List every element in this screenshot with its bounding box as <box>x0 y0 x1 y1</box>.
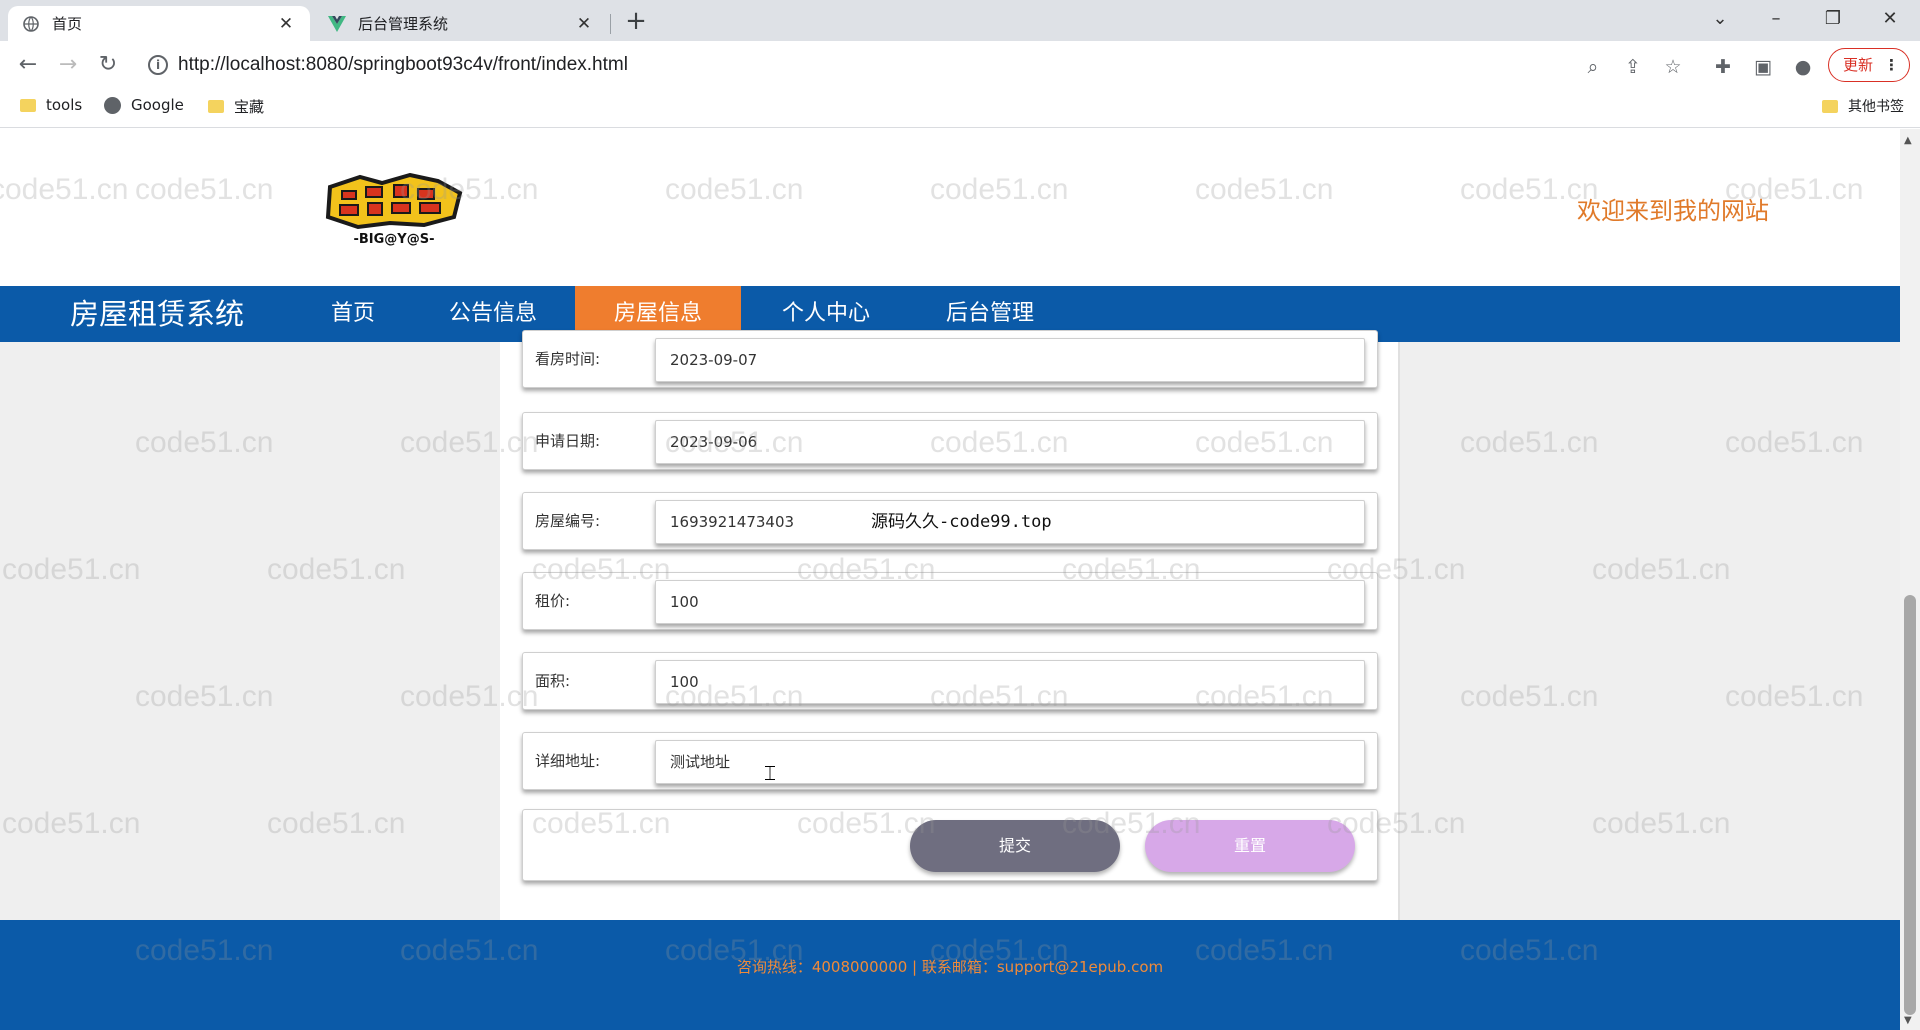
nav-item-home[interactable]: 首页 <box>295 286 411 342</box>
scrollbar-thumb[interactable] <box>1904 595 1916 1015</box>
field-label: 申请日期: <box>535 432 601 450</box>
bookmarks-bar: tools Google 宝藏 其他书签 <box>0 88 1920 128</box>
folder-icon <box>208 100 224 113</box>
back-icon[interactable]: ← <box>12 49 44 81</box>
info-icon[interactable]: i <box>148 55 168 75</box>
form-row-rent: 租价: 100 <box>522 572 1378 630</box>
form-row-house-number: 房屋编号: 1693921473403 源码久久-code99.top <box>522 492 1378 550</box>
site-brand[interactable]: 房屋租赁系统 <box>70 286 244 342</box>
field-label: 详细地址: <box>535 752 601 770</box>
page-viewport: -BIG@Y@S- 欢迎来到我的网站 房屋租赁系统 首页 公告信息 房屋信息 个… <box>0 129 1900 1030</box>
profile-icon[interactable]: ● <box>1791 55 1815 79</box>
site-logo[interactable]: -BIG@Y@S- <box>320 172 468 249</box>
folder-icon <box>1822 99 1838 113</box>
browser-toolbar: ← → ↻ i http://localhost:8080/springboot… <box>0 41 1920 88</box>
bookmark-google[interactable]: Google <box>104 96 184 114</box>
bookmark-label: 宝藏 <box>234 98 265 116</box>
field-label: 看房时间: <box>535 350 601 368</box>
form-row-apply-date: 申请日期: 2023-09-06 <box>522 412 1378 470</box>
star-icon[interactable]: ☆ <box>1661 55 1685 79</box>
bookmark-other[interactable]: 其他书签 <box>1822 96 1904 116</box>
bookmark-label: 其他书签 <box>1848 99 1904 115</box>
site-footer: 咨询热线：4008000000 | 联系邮箱：support@21epub.co… <box>0 920 1900 1030</box>
sidebar-icon[interactable]: ▣ <box>1751 55 1775 79</box>
extensions-icon[interactable]: ✚ <box>1711 55 1735 79</box>
zoom-icon[interactable]: ⌕ <box>1581 55 1605 79</box>
tab-title: 后台管理系统 <box>358 15 449 33</box>
tab-admin[interactable]: 后台管理系统 ✕ <box>314 6 608 41</box>
minimize-icon[interactable]: – <box>1748 0 1804 40</box>
new-tab-icon[interactable]: + <box>622 6 650 38</box>
address-bar[interactable]: i http://localhost:8080/springboot93c4v/… <box>140 48 1690 82</box>
close-tab-icon[interactable]: ✕ <box>574 14 594 34</box>
address-field[interactable]: 测试地址 <box>655 740 1365 784</box>
area-field[interactable]: 100 <box>655 660 1365 704</box>
close-window-icon[interactable]: ✕ <box>1862 0 1918 40</box>
form-row-address: 详细地址: 测试地址 <box>522 732 1378 790</box>
form-row-area: 面积: 100 <box>522 652 1378 710</box>
folder-icon <box>20 98 36 112</box>
field-label: 房屋编号: <box>535 512 601 530</box>
overlay-text: 源码久久-code99.top <box>871 512 1052 532</box>
scroll-down-icon[interactable]: ▼ <box>1904 1015 1912 1026</box>
restore-icon[interactable]: ❐ <box>1805 0 1861 40</box>
form-actions: 提交 重置 <box>522 809 1378 881</box>
welcome-text: 欢迎来到我的网站 <box>1577 197 1769 225</box>
scroll-up-icon[interactable]: ▲ <box>1904 135 1912 146</box>
site-header: -BIG@Y@S- 欢迎来到我的网站 <box>0 129 1900 286</box>
bookmark-tools[interactable]: tools <box>20 96 82 114</box>
forward-icon[interactable]: → <box>52 49 84 81</box>
url-text: http://localhost:8080/springboot93c4v/fr… <box>178 54 628 75</box>
tab-title: 首页 <box>52 15 83 33</box>
rent-field[interactable]: 100 <box>655 580 1365 624</box>
update-label: 更新 <box>1843 56 1874 74</box>
logo-text: -BIG@Y@S- <box>354 232 435 247</box>
update-button[interactable]: 更新 ⋮ <box>1828 48 1910 82</box>
share-icon[interactable]: ⇪ <box>1621 55 1645 79</box>
reload-icon[interactable]: ↻ <box>92 49 124 81</box>
field-value: 1693921473403 <box>670 513 795 531</box>
globe-icon <box>104 96 121 114</box>
close-tab-icon[interactable]: ✕ <box>276 14 296 34</box>
chevron-down-icon[interactable]: ⌄ <box>1692 0 1748 40</box>
field-label: 面积: <box>535 672 571 690</box>
globe-icon <box>22 15 40 33</box>
house-number-field[interactable]: 1693921473403 源码久久-code99.top <box>655 500 1365 544</box>
vue-icon <box>328 15 346 33</box>
page-scrollbar[interactable]: ▲ ▼ <box>1900 129 1920 1030</box>
reset-button[interactable]: 重置 <box>1145 820 1355 872</box>
footer-contact: 咨询热线：4008000000 | 联系邮箱：support@21epub.co… <box>736 958 1164 976</box>
bookmark-treasure[interactable]: 宝藏 <box>208 96 264 117</box>
tab-separator <box>610 14 611 34</box>
form-row-viewing-time: 看房时间: 2023-09-07 <box>522 330 1378 388</box>
tab-home[interactable]: 首页 ✕ <box>8 6 310 41</box>
more-icon[interactable]: ⋮ <box>1884 49 1899 81</box>
apply-date-field[interactable]: 2023-09-06 <box>655 420 1365 464</box>
bookmark-label: Google <box>131 96 184 114</box>
field-label: 租价: <box>535 592 571 610</box>
browser-tab-bar: 首页 ✕ 后台管理系统 ✕ + ⌄ – ❐ ✕ <box>0 0 1920 41</box>
text-cursor-icon: ⌶ <box>764 761 776 785</box>
submit-button[interactable]: 提交 <box>910 820 1120 872</box>
viewing-time-field[interactable]: 2023-09-07 <box>655 338 1365 382</box>
bookmark-label: tools <box>46 96 83 114</box>
